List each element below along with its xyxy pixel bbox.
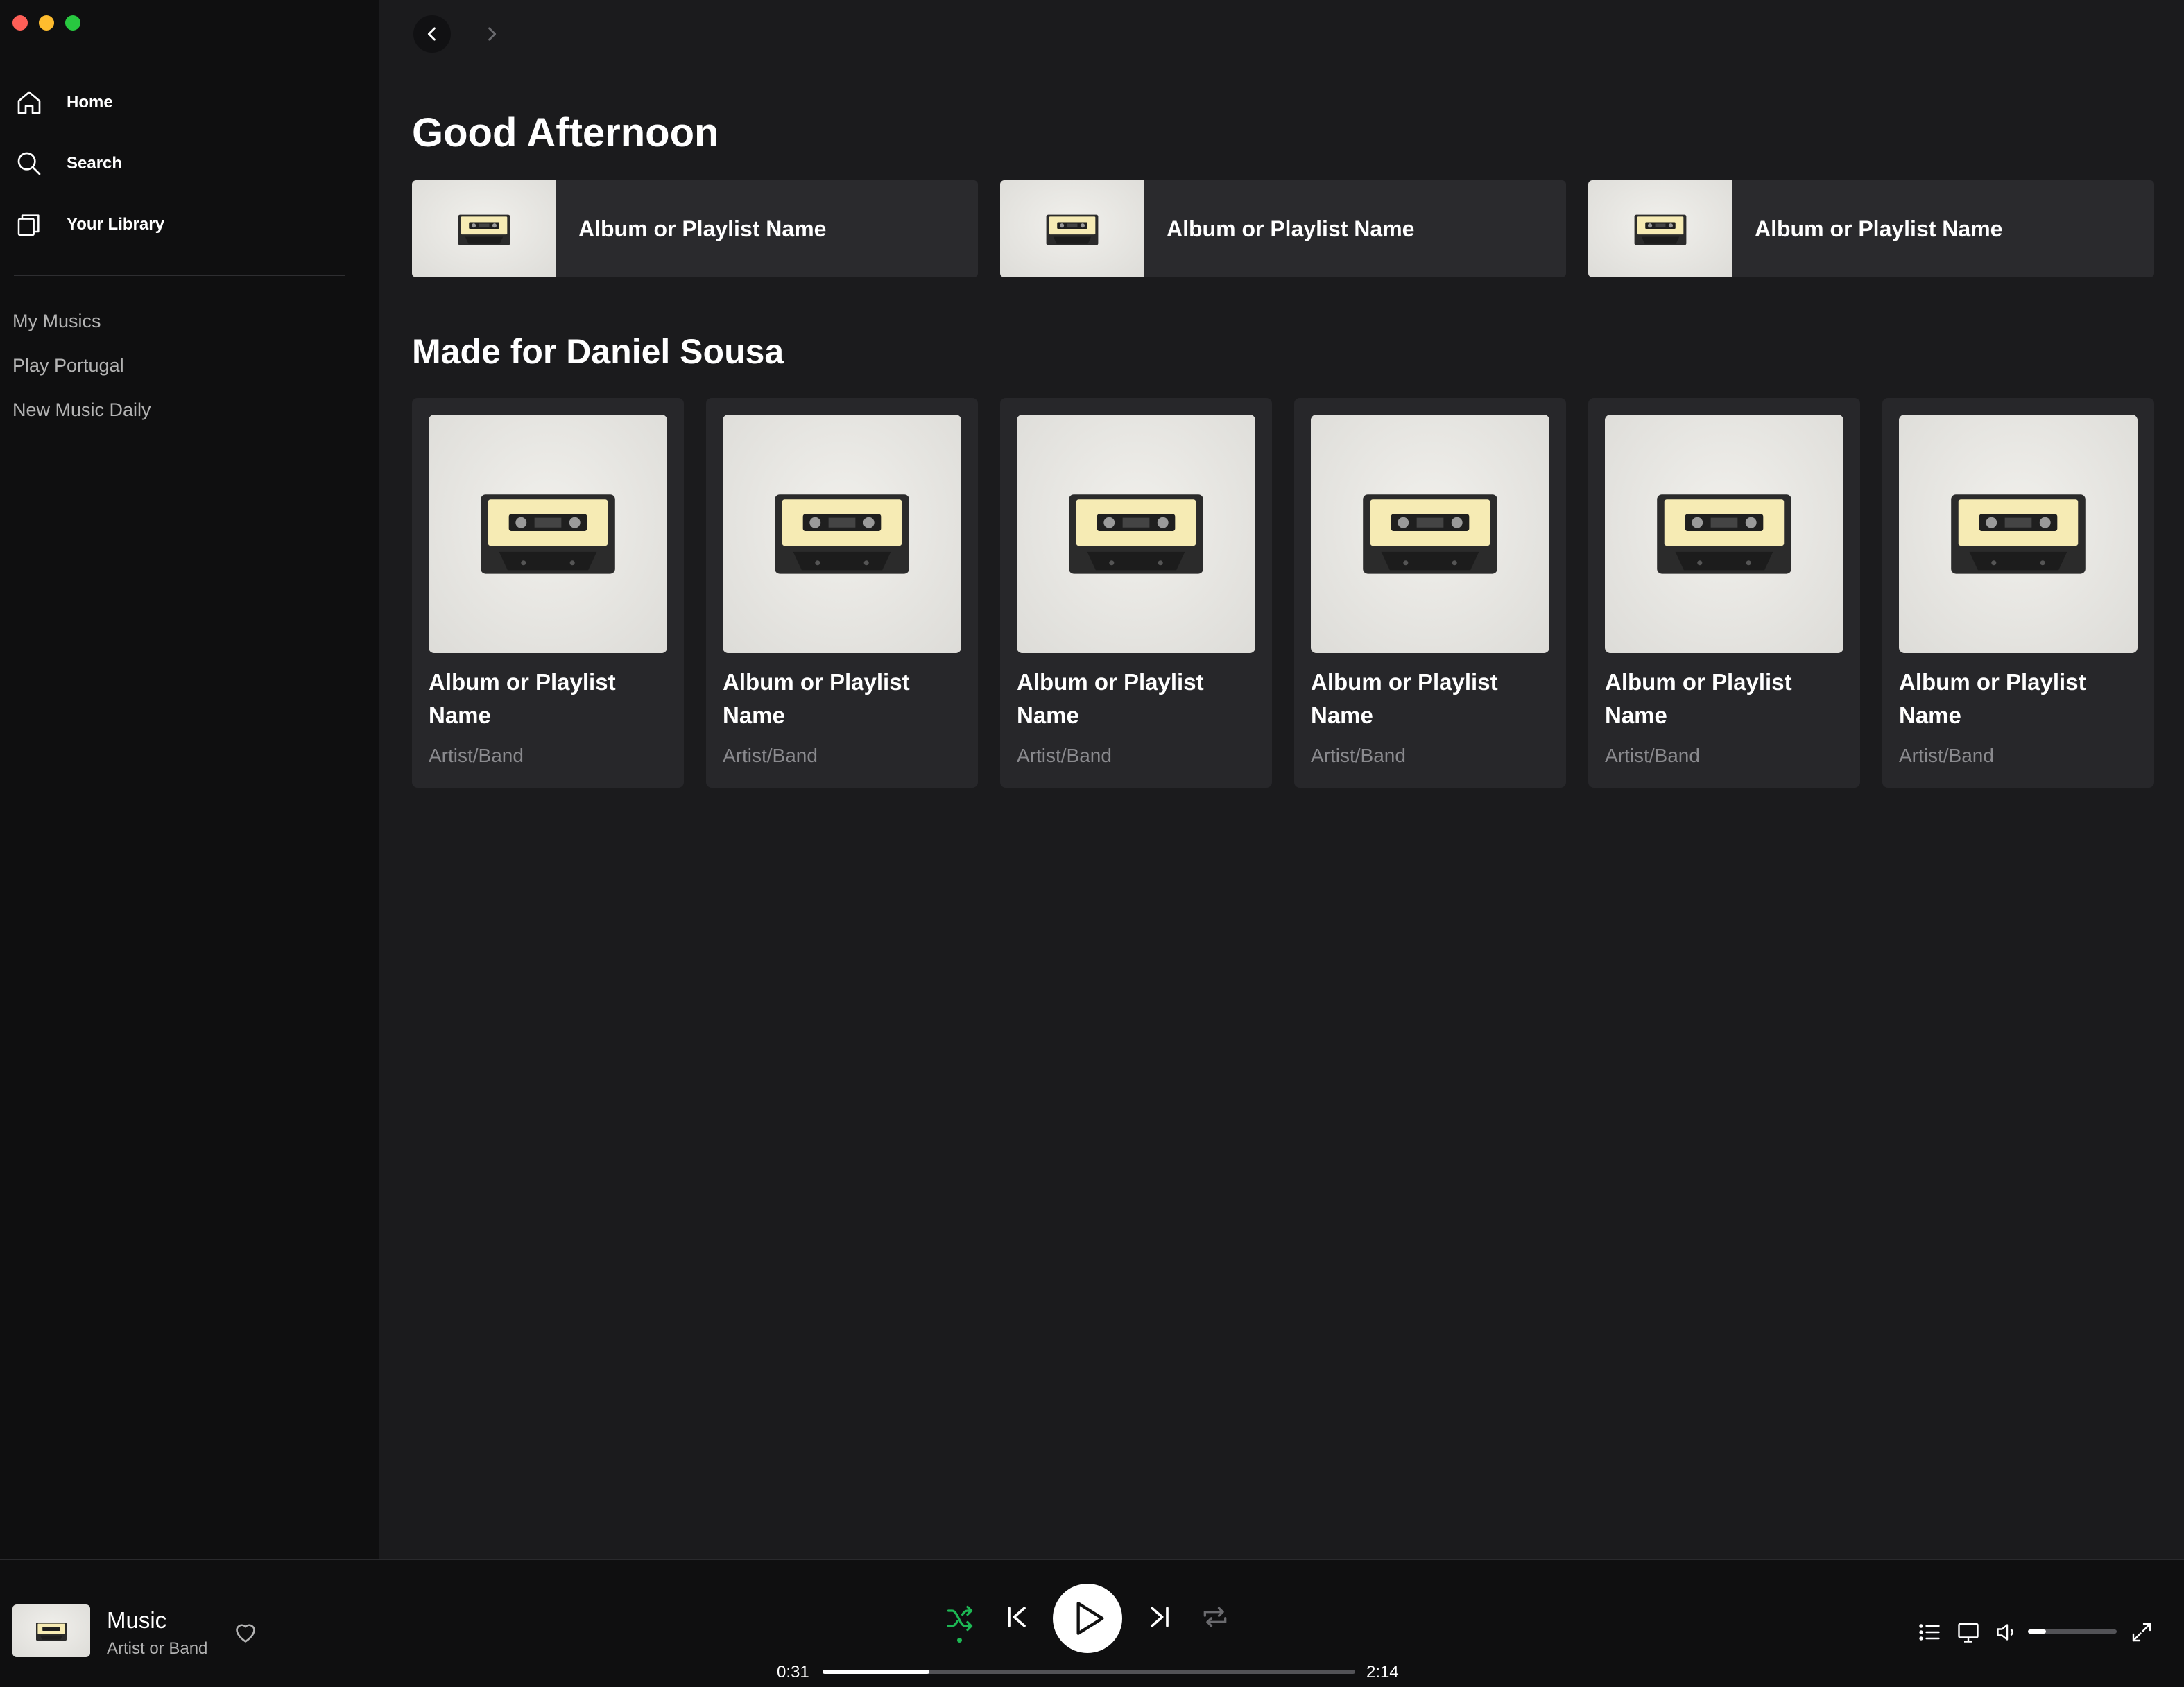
repeat-button[interactable]	[1200, 1602, 1230, 1632]
album-art	[1899, 415, 2138, 653]
playlist-card[interactable]: Album or Playlist Name Artist/Band	[1000, 398, 1272, 788]
shuffle-icon	[947, 1605, 973, 1632]
album-art	[1605, 415, 1843, 653]
progress-fill	[823, 1670, 929, 1674]
playlist-card[interactable]: Album or Playlist Name Artist/Band	[1882, 398, 2154, 788]
shuffle-active-indicator	[957, 1638, 962, 1643]
sidebar-playlist-play-portugal[interactable]: Play Portugal	[12, 355, 124, 377]
album-art	[412, 180, 556, 277]
album-art	[1017, 415, 1255, 653]
nav-library[interactable]: Your Library	[15, 211, 164, 239]
quick-pick-name: Album or Playlist Name	[578, 216, 827, 241]
made-for-heading: Made for Daniel Sousa	[412, 332, 784, 371]
back-button[interactable]	[413, 15, 451, 53]
play-icon	[1076, 1602, 1104, 1635]
shuffle-button[interactable]	[945, 1603, 975, 1634]
card-title: Album or Playlist Name	[1311, 669, 1498, 728]
card-title: Album or Playlist Name	[1017, 669, 1204, 728]
skip-back-icon	[1008, 1607, 1026, 1627]
card-subtitle: Artist/Band	[1899, 745, 1994, 766]
devices-icon[interactable]	[1956, 1620, 1981, 1645]
zoom-window-button[interactable]	[65, 15, 80, 31]
chevron-left-icon	[427, 27, 436, 41]
volume-slider[interactable]	[2028, 1629, 2117, 1634]
quick-pick-name: Album or Playlist Name	[1755, 216, 2003, 241]
nav-search-label: Search	[67, 154, 123, 173]
queue-icon[interactable]	[1917, 1620, 1942, 1645]
album-art	[1311, 415, 1549, 653]
album-art	[1000, 180, 1144, 277]
playlist-card[interactable]: Album or Playlist Name Artist/Band	[412, 398, 684, 788]
playlist-card[interactable]: Album or Playlist Name Artist/Band	[1294, 398, 1566, 788]
progress-bar[interactable]	[823, 1670, 1355, 1674]
playlist-card[interactable]: Album or Playlist Name Artist/Band	[706, 398, 978, 788]
album-art	[723, 415, 961, 653]
home-icon	[17, 91, 41, 114]
search-icon	[17, 152, 41, 175]
card-title: Album or Playlist Name	[1899, 669, 2086, 728]
library-icon	[17, 214, 40, 236]
total-duration: 2:14	[1366, 1663, 1399, 1681]
now-playing-artist[interactable]: Artist or Band	[107, 1639, 207, 1659]
next-button[interactable]	[1144, 1602, 1175, 1632]
playlist-card[interactable]: Album or Playlist Name Artist/Band	[1588, 398, 1860, 788]
main-content: Good Afternoon Album or Playlist Name Al…	[379, 0, 2184, 1559]
card-subtitle: Artist/Band	[429, 745, 524, 766]
chevron-right-icon	[488, 27, 497, 41]
card-title: Album or Playlist Name	[429, 669, 616, 728]
nav-search[interactable]: Search	[15, 150, 122, 178]
elapsed-time: 0:31	[777, 1663, 809, 1681]
card-subtitle: Artist/Band	[723, 745, 818, 766]
sidebar-playlist-new-music-daily[interactable]: New Music Daily	[12, 399, 151, 421]
card-subtitle: Artist/Band	[1017, 745, 1112, 766]
player-bar: Music Artist or Band 0:31 2:14	[0, 1559, 2184, 1687]
sidebar: Home Search Your Library My Musics Play …	[0, 0, 379, 1559]
album-art	[429, 415, 667, 653]
forward-button[interactable]	[473, 15, 510, 53]
skip-forward-icon	[1151, 1607, 1169, 1627]
quick-pick-card[interactable]: Album or Playlist Name	[1000, 180, 1566, 277]
card-subtitle: Artist/Band	[1311, 745, 1406, 766]
album-art	[1588, 180, 1732, 277]
card-title: Album or Playlist Name	[1605, 669, 1792, 728]
window-controls	[12, 15, 80, 31]
now-playing-title[interactable]: Music	[107, 1607, 166, 1634]
play-button[interactable]	[1053, 1584, 1122, 1653]
card-subtitle: Artist/Band	[1605, 745, 1700, 766]
card-title: Album or Playlist Name	[723, 669, 910, 728]
nav-home[interactable]: Home	[15, 89, 113, 116]
quick-pick-card[interactable]: Album or Playlist Name	[412, 180, 978, 277]
heart-icon[interactable]	[232, 1618, 259, 1646]
now-playing-art[interactable]	[12, 1604, 90, 1657]
previous-button[interactable]	[1001, 1602, 1032, 1632]
quick-pick-card[interactable]: Album or Playlist Name	[1588, 180, 2154, 277]
repeat-icon	[1203, 1607, 1227, 1627]
minimize-window-button[interactable]	[39, 15, 54, 31]
volume-fill	[2028, 1629, 2046, 1634]
greeting-heading: Good Afternoon	[412, 110, 719, 155]
quick-pick-name: Album or Playlist Name	[1167, 216, 1415, 241]
nav-home-label: Home	[67, 93, 113, 112]
close-window-button[interactable]	[12, 15, 28, 31]
nav-library-label: Your Library	[67, 215, 164, 234]
sidebar-divider	[14, 275, 345, 276]
fullscreen-icon[interactable]	[2129, 1620, 2154, 1645]
sidebar-playlist-my-musics[interactable]: My Musics	[12, 311, 101, 332]
volume-icon[interactable]	[1995, 1620, 2020, 1645]
